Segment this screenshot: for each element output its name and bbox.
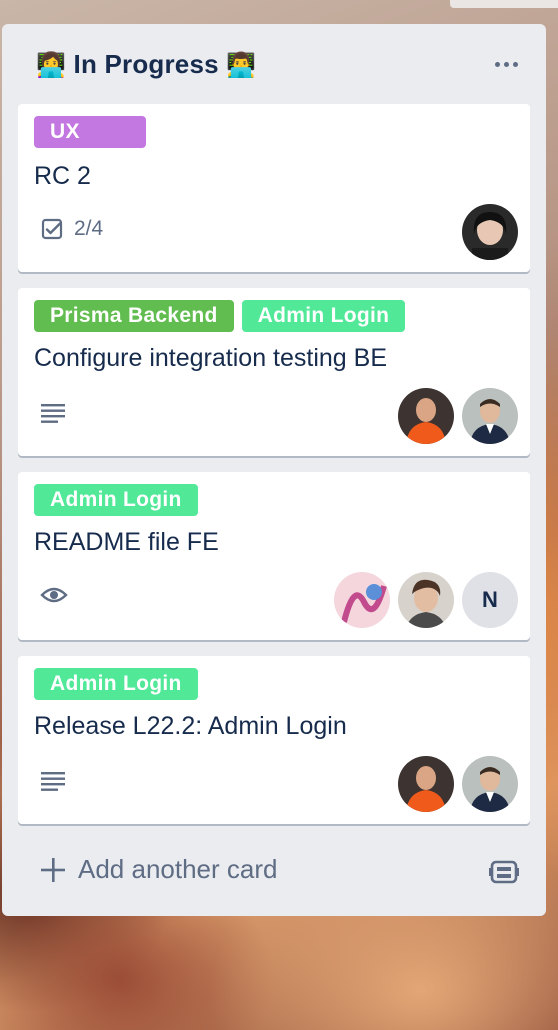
card-badges	[40, 770, 66, 792]
technologist-emoji-right: 👨‍💻	[226, 52, 257, 79]
technologist-emoji-left: 👩‍💻	[36, 52, 67, 79]
list-title[interactable]: 👩‍💻 In Progress 👨‍💻	[36, 49, 256, 80]
card-members	[398, 388, 518, 444]
checklist-count: 2/4	[74, 217, 104, 240]
dot-icon	[512, 61, 518, 67]
card-labels: Admin Login	[34, 484, 198, 516]
card-title: Configure integration testing BE	[34, 344, 387, 372]
card-labels: UX	[34, 116, 146, 148]
add-card-label: Add another card	[78, 854, 278, 884]
list-title-text: In Progress	[73, 49, 219, 79]
card-badges	[40, 402, 66, 424]
card-template-button[interactable]	[488, 856, 520, 888]
avatar-pink-illustration[interactable]	[334, 572, 390, 628]
label-admin-login[interactable]: Admin Login	[241, 300, 406, 332]
avatar-man-suit[interactable]	[462, 756, 518, 812]
avatar-man-glasses[interactable]	[398, 572, 454, 628]
card-labels: Admin Login	[34, 668, 198, 700]
card-release-l22-2[interactable]: Admin Login Release L22.2: Admin Login	[18, 656, 530, 824]
avatar-initials-text: N	[482, 587, 498, 612]
card-configure-integration-testing[interactable]: Prisma Backend Admin Login Configure int…	[18, 288, 530, 456]
description-icon	[41, 404, 65, 423]
watching-eye-icon	[40, 587, 68, 603]
card-members	[398, 756, 518, 812]
list-header[interactable]: 👩‍💻 In Progress 👨‍💻	[2, 24, 546, 104]
checklist-icon	[41, 218, 63, 240]
avatar-initials[interactable]: N	[462, 572, 518, 628]
label-admin-login[interactable]: Admin Login	[34, 484, 198, 516]
label-prisma-backend[interactable]: Prisma Backend	[34, 300, 234, 332]
label-admin-login[interactable]: Admin Login	[34, 668, 198, 700]
add-card-button[interactable]: Add another card	[40, 854, 277, 885]
description-icon	[41, 772, 65, 791]
avatar-man-orange-shirt[interactable]	[398, 756, 454, 812]
card-badges	[40, 584, 68, 606]
adjacent-list-edge	[450, 0, 558, 8]
card-members	[462, 204, 518, 260]
card-title: RC 2	[34, 162, 91, 190]
dot-icon	[503, 61, 509, 67]
card-readme-file-fe[interactable]: Admin Login README file FE N	[18, 472, 530, 640]
card-rc-2[interactable]: UX RC 2 2/4	[18, 104, 530, 272]
card-members: N	[334, 572, 518, 628]
avatar-man-suit[interactable]	[462, 388, 518, 444]
avatar-woman-dark-hair[interactable]	[462, 204, 518, 260]
list-menu-button[interactable]	[488, 50, 524, 78]
list-in-progress: 👩‍💻 In Progress 👨‍💻 UX RC 2 2/4	[2, 24, 546, 916]
card-title: README file FE	[34, 528, 219, 556]
label-ux[interactable]: UX	[34, 116, 146, 148]
avatar-man-orange-shirt[interactable]	[398, 388, 454, 444]
plus-icon	[41, 857, 65, 882]
card-labels: Prisma Backend Admin Login	[34, 300, 406, 332]
card-template-icon	[489, 860, 519, 884]
card-badges: 2/4	[40, 217, 103, 241]
card-title: Release L22.2: Admin Login	[34, 712, 347, 740]
dot-icon	[494, 61, 500, 67]
